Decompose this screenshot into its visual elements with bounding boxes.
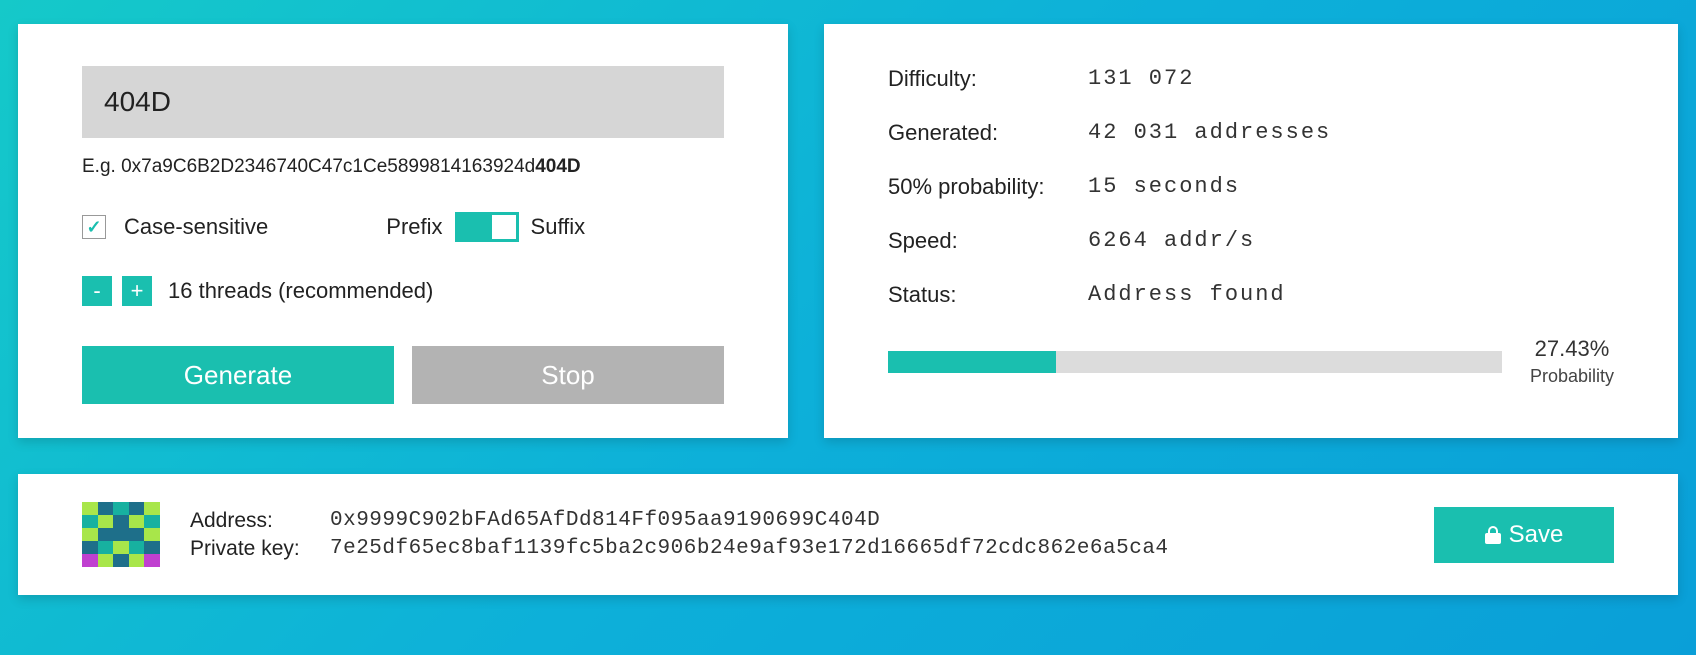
save-button[interactable]: Save [1434,507,1614,563]
private-key-value: 7e25df65ec8baf1139fc5ba2c906b24e9af93e17… [330,537,1169,561]
generate-button[interactable]: Generate [82,346,394,404]
speed-label: Speed: [888,228,1088,254]
probability-percent: 27.43% [1535,336,1610,361]
example-text: E.g. 0x7a9C6B2D2346740C47c1Ce58998141639… [82,156,724,178]
fifty-prob-value: 15 seconds [1088,174,1240,200]
progress-bar [888,351,1502,373]
save-button-label: Save [1509,521,1564,549]
toggle-prefix-label: Prefix [386,214,442,240]
probability-readout: 27.43% Probability [1530,336,1614,387]
toggle-knob [492,215,516,239]
lock-icon [1485,526,1501,544]
status-value: Address found [1088,282,1286,308]
probability-label: Probability [1530,366,1614,387]
address-label: Address: [190,509,330,533]
threads-plus-button[interactable]: + [122,276,152,306]
status-label: Status: [888,282,1088,308]
difficulty-value: 131 072 [1088,66,1194,92]
stats-panel: Difficulty: 131 072 Generated: 42 031 ad… [824,24,1678,438]
threads-label: 16 threads (recommended) [168,278,433,304]
address-value: 0x9999C902bFAd65AfDd814Ff095aa9190699C40… [330,509,880,533]
difficulty-label: Difficulty: [888,66,1088,92]
hex-suffix-input[interactable] [82,66,724,138]
progress-bar-fill [888,351,1056,373]
identicon-icon [82,502,160,567]
stop-button[interactable]: Stop [412,346,724,404]
case-sensitive-label: Case-sensitive [124,214,268,240]
generated-value: 42 031 addresses [1088,120,1331,146]
example-bold: 404D [535,156,580,177]
threads-minus-button[interactable]: - [82,276,112,306]
toggle-suffix-label: Suffix [531,214,586,240]
result-panel: Address: 0x9999C902bFAd65AfDd814Ff095aa9… [18,474,1678,595]
generated-label: Generated: [888,120,1088,146]
example-prefix: E.g. 0x7a9C6B2D2346740C47c1Ce58998141639… [82,156,535,177]
prefix-suffix-toggle[interactable] [455,212,519,242]
fifty-prob-label: 50% probability: [888,174,1088,200]
config-panel: E.g. 0x7a9C6B2D2346740C47c1Ce58998141639… [18,24,788,438]
case-sensitive-checkbox[interactable] [82,215,106,239]
speed-value: 6264 addr/s [1088,228,1255,254]
private-key-label: Private key: [190,537,330,561]
